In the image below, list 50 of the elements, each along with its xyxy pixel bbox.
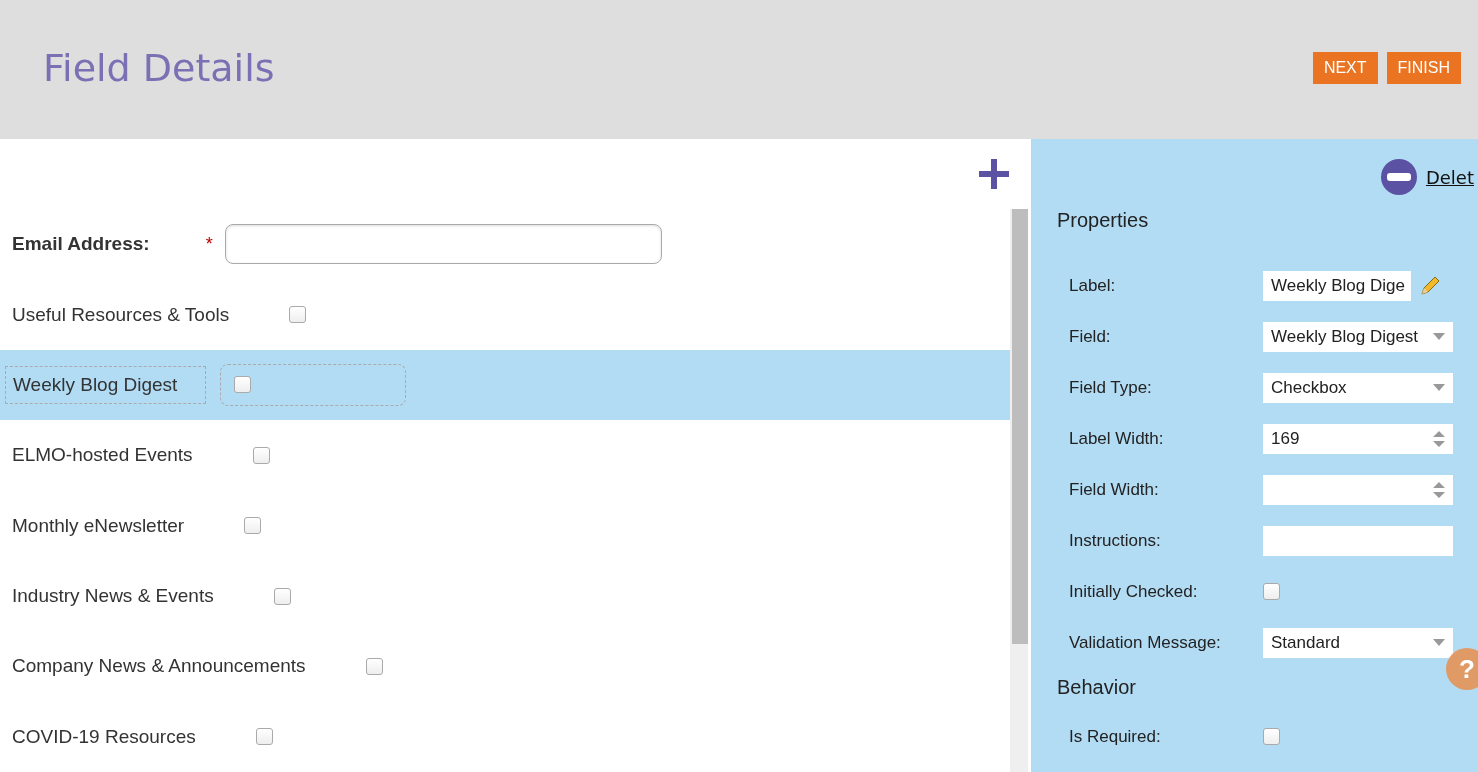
field-label: Company News & Announcements <box>12 655 306 678</box>
property-label: Is Required: <box>1069 726 1162 747</box>
section-title: Properties <box>1057 209 1150 232</box>
checkbox[interactable] <box>244 517 262 535</box>
spinner-arrows-icon[interactable] <box>1433 428 1445 449</box>
dropdown-caret-icon <box>1433 639 1445 646</box>
checkbox[interactable] <box>1263 728 1280 745</box>
checkbox[interactable] <box>234 376 252 394</box>
field-label: Monthly eNewsletter <box>12 514 185 537</box>
property-label: Field: <box>1069 326 1112 347</box>
property-label: Field Type: <box>1069 377 1153 398</box>
number-field[interactable] <box>1263 474 1453 505</box>
field-label[interactable]: Weekly Blog Digest <box>5 365 207 404</box>
pencil-icon[interactable] <box>1419 274 1441 297</box>
checkbox-frame[interactable] <box>220 363 407 406</box>
dropdown-field[interactable]: Checkbox <box>1263 372 1453 403</box>
property-label: Field Width: <box>1069 479 1160 500</box>
scrollbar[interactable] <box>1010 209 1028 772</box>
property-label: Validation Message: <box>1069 632 1222 653</box>
checkbox[interactable] <box>289 306 307 324</box>
selected-row[interactable]: Weekly Blog Digest <box>0 349 1010 421</box>
page-title: Field Details <box>43 45 275 90</box>
dropdown-field[interactable]: Standard <box>1263 627 1453 658</box>
property-label: Instructions: <box>1069 530 1162 551</box>
dropdown-field[interactable]: Weekly Blog Digest <box>1263 321 1453 352</box>
property-label: Initially Checked: <box>1069 581 1199 602</box>
dropdown-caret-icon <box>1433 333 1445 340</box>
section-title: Behavior <box>1057 676 1137 699</box>
field-label: Email Address: <box>12 233 150 256</box>
spinner-arrows-icon[interactable] <box>1433 479 1445 500</box>
text-field[interactable] <box>1263 525 1453 556</box>
field-label: Industry News & Events <box>12 585 214 608</box>
checkbox[interactable] <box>1263 583 1280 600</box>
property-label: Label Width: <box>1069 428 1165 449</box>
checkbox[interactable] <box>252 446 270 464</box>
email-input[interactable] <box>224 224 662 265</box>
field-label: ELMO-hosted Events <box>12 444 193 467</box>
delete-link[interactable]: Delet <box>1425 166 1474 188</box>
minus-circle-icon[interactable] <box>1380 159 1417 195</box>
number-field[interactable]: 169 <box>1263 423 1453 454</box>
checkbox[interactable] <box>365 657 383 675</box>
checkbox[interactable] <box>273 587 291 605</box>
text-field[interactable]: Weekly Blog Dige <box>1263 270 1411 301</box>
field-label: COVID-19 Resources <box>12 725 196 748</box>
field-label: Useful Resources & Tools <box>12 303 230 326</box>
required-asterisk: * <box>205 233 213 255</box>
plus-icon[interactable] <box>979 159 1009 189</box>
dropdown-caret-icon <box>1433 384 1445 391</box>
property-label: Label: <box>1069 275 1117 296</box>
checkbox[interactable] <box>255 728 273 746</box>
